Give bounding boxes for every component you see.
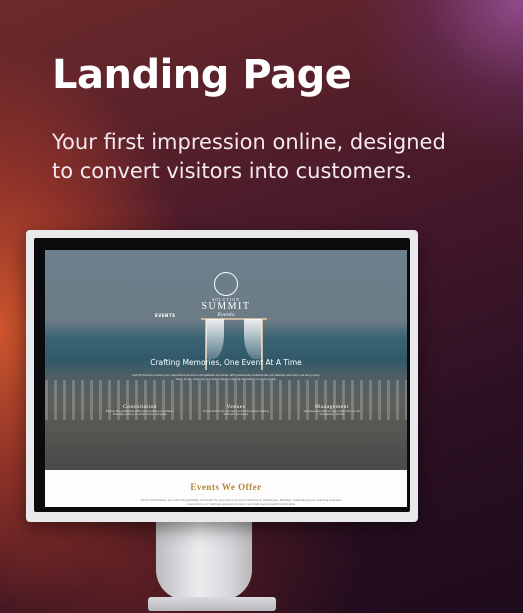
website-hero: SOLUTION SUMMIT Events EVENTS Crafting M… [45,250,407,470]
website-services: Consultation Explore the possibilities w… [105,404,367,417]
events-title: Events We Offer [190,482,262,492]
logo-emblem-icon [214,272,238,296]
website-intro-text: Summit Events is where your aspirations … [132,374,320,381]
website-logo[interactable]: SOLUTION SUMMIT Events [181,272,271,318]
page-headline: Landing Page [52,52,352,98]
monitor-bezel: SOLUTION SUMMIT Events EVENTS Crafting M… [34,238,410,512]
service-consultation: Consultation Explore the possibilities w… [105,404,175,417]
website-tagline: Crafting Memories, One Event At A Time [150,358,302,367]
service-text: Explore the possibilities with a persona… [106,410,174,417]
page-subtext: Your first impression online, designed t… [52,130,446,183]
logo-script-text: Events [217,312,235,318]
logo-main-text: SUMMIT [201,301,251,312]
events-text: At Summit Events, we craft unforgettable… [140,498,342,507]
service-management: Management Seamless execution of every d… [297,404,367,417]
service-text: Seamless execution of every detail with … [303,410,361,417]
monitor-stand-neck [156,520,252,600]
monitor-stand-base [148,597,276,611]
website-screenshot: SOLUTION SUMMIT Events EVENTS Crafting M… [45,250,407,507]
service-text: At Summit Events, we help you find the p… [203,410,269,417]
service-venues: Venues At Summit Events, we help you fin… [201,404,271,417]
website-events-section: Events We Offer At Summit Events, we cra… [45,470,407,507]
website-nav-events[interactable]: EVENTS [155,313,176,318]
monitor-frame: SOLUTION SUMMIT Events EVENTS Crafting M… [26,230,418,522]
